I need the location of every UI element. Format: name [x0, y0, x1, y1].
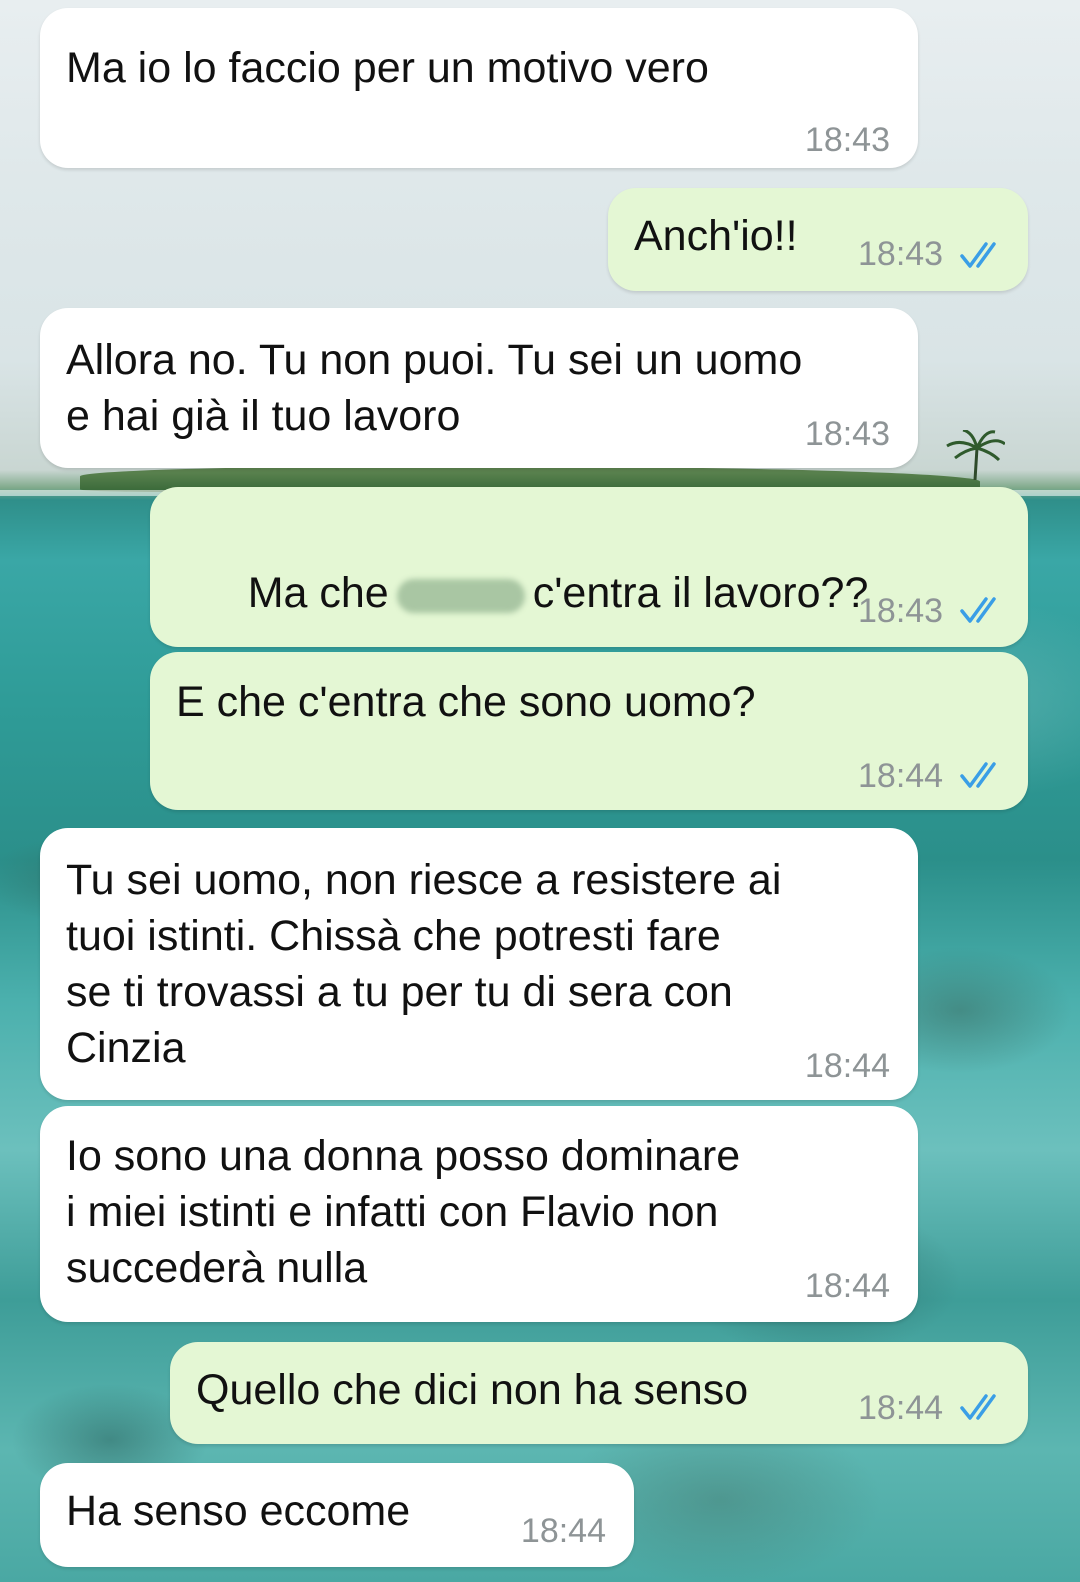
- incoming-message[interactable]: Io sono una donna posso dominare i miei …: [40, 1106, 918, 1322]
- message-text: Allora no. Tu non puoi. Tu sei un uomo e…: [66, 336, 803, 440]
- message-timestamp: 18:44: [858, 757, 944, 795]
- incoming-message[interactable]: Allora no. Tu non puoi. Tu sei un uomo e…: [40, 308, 918, 468]
- message-timestamp: 18:43: [804, 121, 890, 159]
- message-timestamp: 18:44: [858, 1389, 944, 1427]
- incoming-message[interactable]: Ha senso eccome 18:44: [40, 1463, 634, 1567]
- message-timestamp: 18:44: [804, 1047, 890, 1085]
- message-text: Io sono una donna posso dominare i miei …: [66, 1132, 741, 1292]
- redacted-word: [396, 578, 525, 613]
- incoming-message[interactable]: Tu sei uomo, non riesce a resistere ai t…: [40, 828, 918, 1100]
- message-text: Tu sei uomo, non riesce a resistere ai t…: [66, 856, 782, 1072]
- message-text: Ma io lo faccio per un motivo vero: [66, 44, 709, 92]
- message-timestamp: 18:43: [858, 235, 944, 273]
- message-text: Ha senso eccome: [66, 1487, 411, 1535]
- outgoing-message[interactable]: E che c'entra che sono uomo? 18:44: [150, 652, 1028, 810]
- message-timestamp: 18:43: [858, 592, 944, 630]
- double-check-icon: [960, 597, 996, 623]
- double-check-icon: [960, 1394, 996, 1420]
- outgoing-message[interactable]: Quello che dici non ha senso 18:44: [170, 1342, 1028, 1444]
- message-text: Anch'io!!: [634, 212, 798, 260]
- double-check-icon: [960, 762, 996, 788]
- message-text: E che c'entra che sono uomo?: [176, 678, 756, 726]
- message-text-before: Ma che: [247, 569, 389, 617]
- message-text-after: c'entra il lavoro??: [532, 569, 869, 617]
- double-check-icon: [960, 242, 996, 268]
- wallpaper-palm-tree: [946, 430, 1005, 480]
- message-timestamp: 18:44: [804, 1267, 890, 1305]
- message-text: Quello che dici non ha senso: [196, 1366, 749, 1414]
- message-timestamp: 18:44: [520, 1512, 606, 1550]
- outgoing-message[interactable]: Anch'io!! 18:43: [608, 188, 1028, 291]
- outgoing-message[interactable]: Ma che c'entra il lavoro?? 18:43: [150, 487, 1028, 647]
- incoming-message[interactable]: Ma io lo faccio per un motivo vero 18:43: [40, 8, 918, 168]
- message-timestamp: 18:43: [804, 415, 890, 453]
